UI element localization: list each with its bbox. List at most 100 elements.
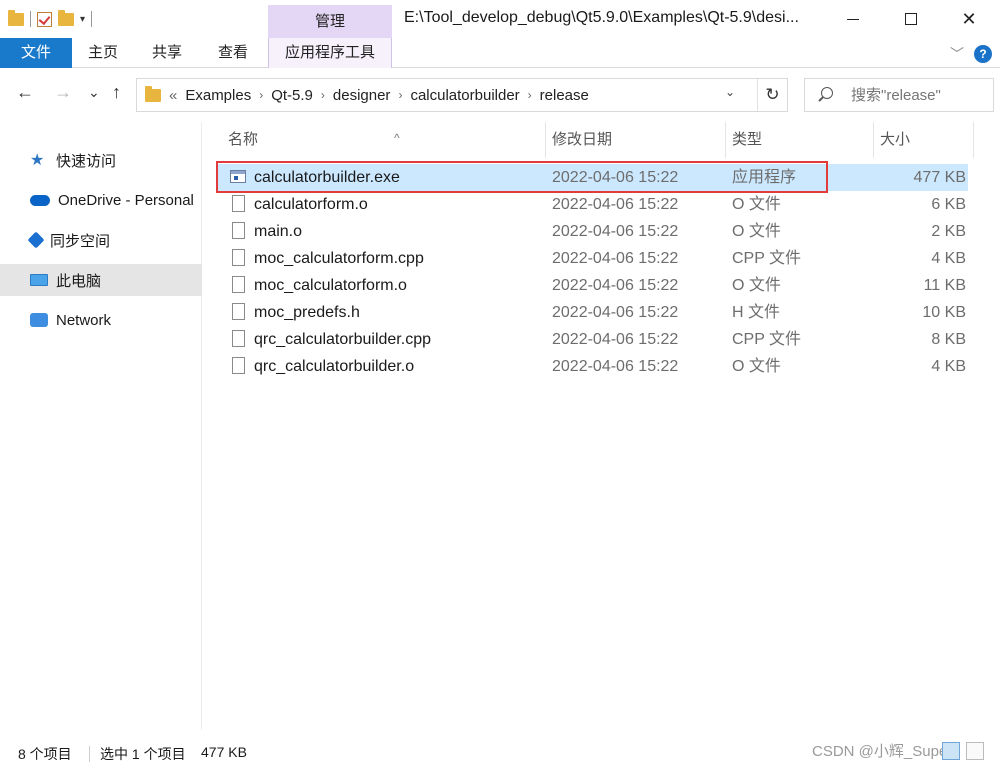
file-name: calculatorbuilder.exe	[254, 169, 400, 186]
nav-item-quick-access[interactable]: 快速访问	[0, 144, 202, 176]
star-icon	[30, 152, 48, 168]
up-button[interactable]: ↑	[112, 82, 121, 103]
file-type: O 文件	[732, 196, 781, 213]
back-button[interactable]: ←	[16, 82, 34, 103]
sync-icon	[27, 231, 45, 249]
file-row[interactable]: qrc_calculatorbuilder.cpp 2022-04-06 15:…	[216, 326, 968, 353]
file-type: H 文件	[732, 304, 781, 321]
nav-item-this-pc[interactable]: 此电脑	[0, 264, 202, 296]
column-header-label: 名称	[228, 131, 259, 148]
folder-icon	[145, 85, 161, 102]
file-name: moc_calculatorform.cpp	[254, 250, 424, 267]
network-icon	[30, 313, 48, 327]
breadcrumb-overflow[interactable]: «	[169, 87, 177, 104]
file-type: 应用程序	[732, 169, 797, 186]
file-name: moc_calculatorform.o	[254, 277, 407, 294]
breadcrumb-release[interactable]: release	[540, 87, 589, 104]
file-size: 477 KB	[913, 169, 966, 186]
column-header-type[interactable]: 类型	[726, 122, 874, 158]
search-box[interactable]	[804, 78, 994, 112]
column-header-name[interactable]: 名称 ^	[222, 122, 546, 158]
search-icon	[821, 87, 833, 99]
maximize-icon	[905, 13, 917, 25]
file-row[interactable]: calculatorbuilder.exe 2022-04-06 15:22 应…	[216, 164, 968, 191]
recent-locations-button[interactable]: ⌄	[88, 84, 100, 101]
file-name: qrc_calculatorbuilder.cpp	[254, 331, 431, 348]
file-size: 10 KB	[922, 304, 966, 321]
file-row[interactable]: main.o 2022-04-06 15:22 O 文件 2 KB	[216, 218, 968, 245]
nav-item-sync-space[interactable]: 同步空间	[0, 224, 202, 256]
tab-share[interactable]: 共享	[144, 38, 190, 68]
close-button[interactable]: ✕	[944, 0, 994, 38]
file-icon	[232, 276, 245, 293]
address-dropdown-icon[interactable]: ⌄	[725, 85, 735, 99]
selection-size: 477 KB	[201, 744, 247, 760]
chevron-right-icon[interactable]: ›	[259, 88, 263, 102]
refresh-button[interactable]: ↻	[757, 79, 787, 111]
file-row[interactable]: moc_calculatorform.o 2022-04-06 15:22 O …	[216, 272, 968, 299]
folder-icon	[8, 9, 24, 26]
breadcrumb-qt-5-9[interactable]: Qt-5.9	[271, 87, 313, 104]
status-bar: 8 个项目 选中 1 个项目 477 KB CSDN @小辉_Super	[0, 738, 1000, 768]
tab-application-tools[interactable]: 应用程序工具	[268, 38, 392, 68]
application-icon	[230, 170, 246, 183]
file-row[interactable]: qrc_calculatorbuilder.o 2022-04-06 15:22…	[216, 353, 968, 380]
file-size: 11 KB	[923, 277, 966, 294]
maximize-button[interactable]	[886, 0, 936, 38]
ribbon-tabs: 文件 主页 共享 查看 应用程序工具 ﹀ ?	[0, 38, 1000, 68]
properties-icon[interactable]	[37, 11, 52, 27]
file-date: 2022-04-06 15:22	[552, 358, 679, 375]
minimize-icon	[847, 18, 859, 20]
address-row: ← → ⌄ ↑ « Examples › Qt-5.9 › designer ›…	[0, 68, 1000, 122]
file-row[interactable]: moc_calculatorform.cpp 2022-04-06 15:22 …	[216, 245, 968, 272]
expand-ribbon-icon[interactable]: ﹀	[950, 44, 964, 64]
customize-toolbar-icon[interactable]: ▾	[80, 14, 85, 25]
file-icon	[232, 330, 245, 347]
column-header-date[interactable]: 修改日期	[546, 122, 726, 158]
details-view-icon[interactable]	[942, 742, 960, 760]
file-size: 4 KB	[931, 250, 966, 267]
toolbar-divider	[91, 11, 93, 27]
file-icon	[232, 195, 245, 212]
close-icon: ✕	[961, 8, 977, 29]
file-type: CPP 文件	[732, 250, 802, 267]
nav-item-onedrive[interactable]: OneDrive - Personal	[0, 184, 202, 216]
chevron-right-icon[interactable]: ›	[321, 88, 325, 102]
file-name: calculatorform.o	[254, 196, 368, 213]
breadcrumb-designer[interactable]: designer	[333, 87, 391, 104]
forward-button[interactable]: →	[54, 82, 72, 103]
chevron-right-icon[interactable]: ›	[398, 88, 402, 102]
nav-item-label: 同步空间	[50, 232, 111, 250]
tab-home[interactable]: 主页	[80, 38, 126, 68]
breadcrumb-examples[interactable]: Examples	[185, 87, 251, 104]
nav-item-network[interactable]: Network	[0, 304, 202, 336]
file-icon	[232, 357, 245, 374]
watermark-text: CSDN @小辉_Super	[812, 743, 953, 760]
column-header-size[interactable]: 大小	[874, 122, 974, 158]
window-title: E:\Tool_develop_debug\Qt5.9.0\Examples\Q…	[404, 9, 799, 26]
breadcrumb-calculatorbuilder[interactable]: calculatorbuilder	[410, 87, 519, 104]
file-row[interactable]: calculatorform.o 2022-04-06 15:22 O 文件 6…	[216, 191, 968, 218]
column-headers: 名称 ^ 修改日期 类型 大小	[202, 122, 1000, 158]
minimize-button[interactable]	[828, 0, 878, 38]
tab-view[interactable]: 查看	[210, 38, 256, 68]
chevron-right-icon[interactable]: ›	[528, 88, 532, 102]
search-input[interactable]	[851, 79, 991, 111]
file-type: O 文件	[732, 223, 781, 240]
file-icon	[232, 249, 245, 266]
sort-ascending-icon: ^	[394, 131, 400, 145]
tab-file[interactable]: 文件	[0, 38, 72, 68]
file-size: 8 KB	[931, 331, 966, 348]
large-icons-view-icon[interactable]	[966, 742, 984, 760]
file-type: O 文件	[732, 358, 781, 375]
nav-item-label: OneDrive - Personal	[58, 191, 194, 209]
file-type: O 文件	[732, 277, 781, 294]
address-bar[interactable]: « Examples › Qt-5.9 › designer › calcula…	[136, 78, 788, 112]
file-row[interactable]: moc_predefs.h 2022-04-06 15:22 H 文件 10 K…	[216, 299, 968, 326]
nav-item-label: 此电脑	[56, 272, 102, 290]
help-icon[interactable]: ?	[974, 45, 992, 63]
new-folder-icon[interactable]	[58, 9, 74, 26]
file-icon	[232, 303, 245, 320]
file-name: main.o	[254, 223, 303, 240]
tab-manage[interactable]: 管理	[268, 5, 392, 38]
